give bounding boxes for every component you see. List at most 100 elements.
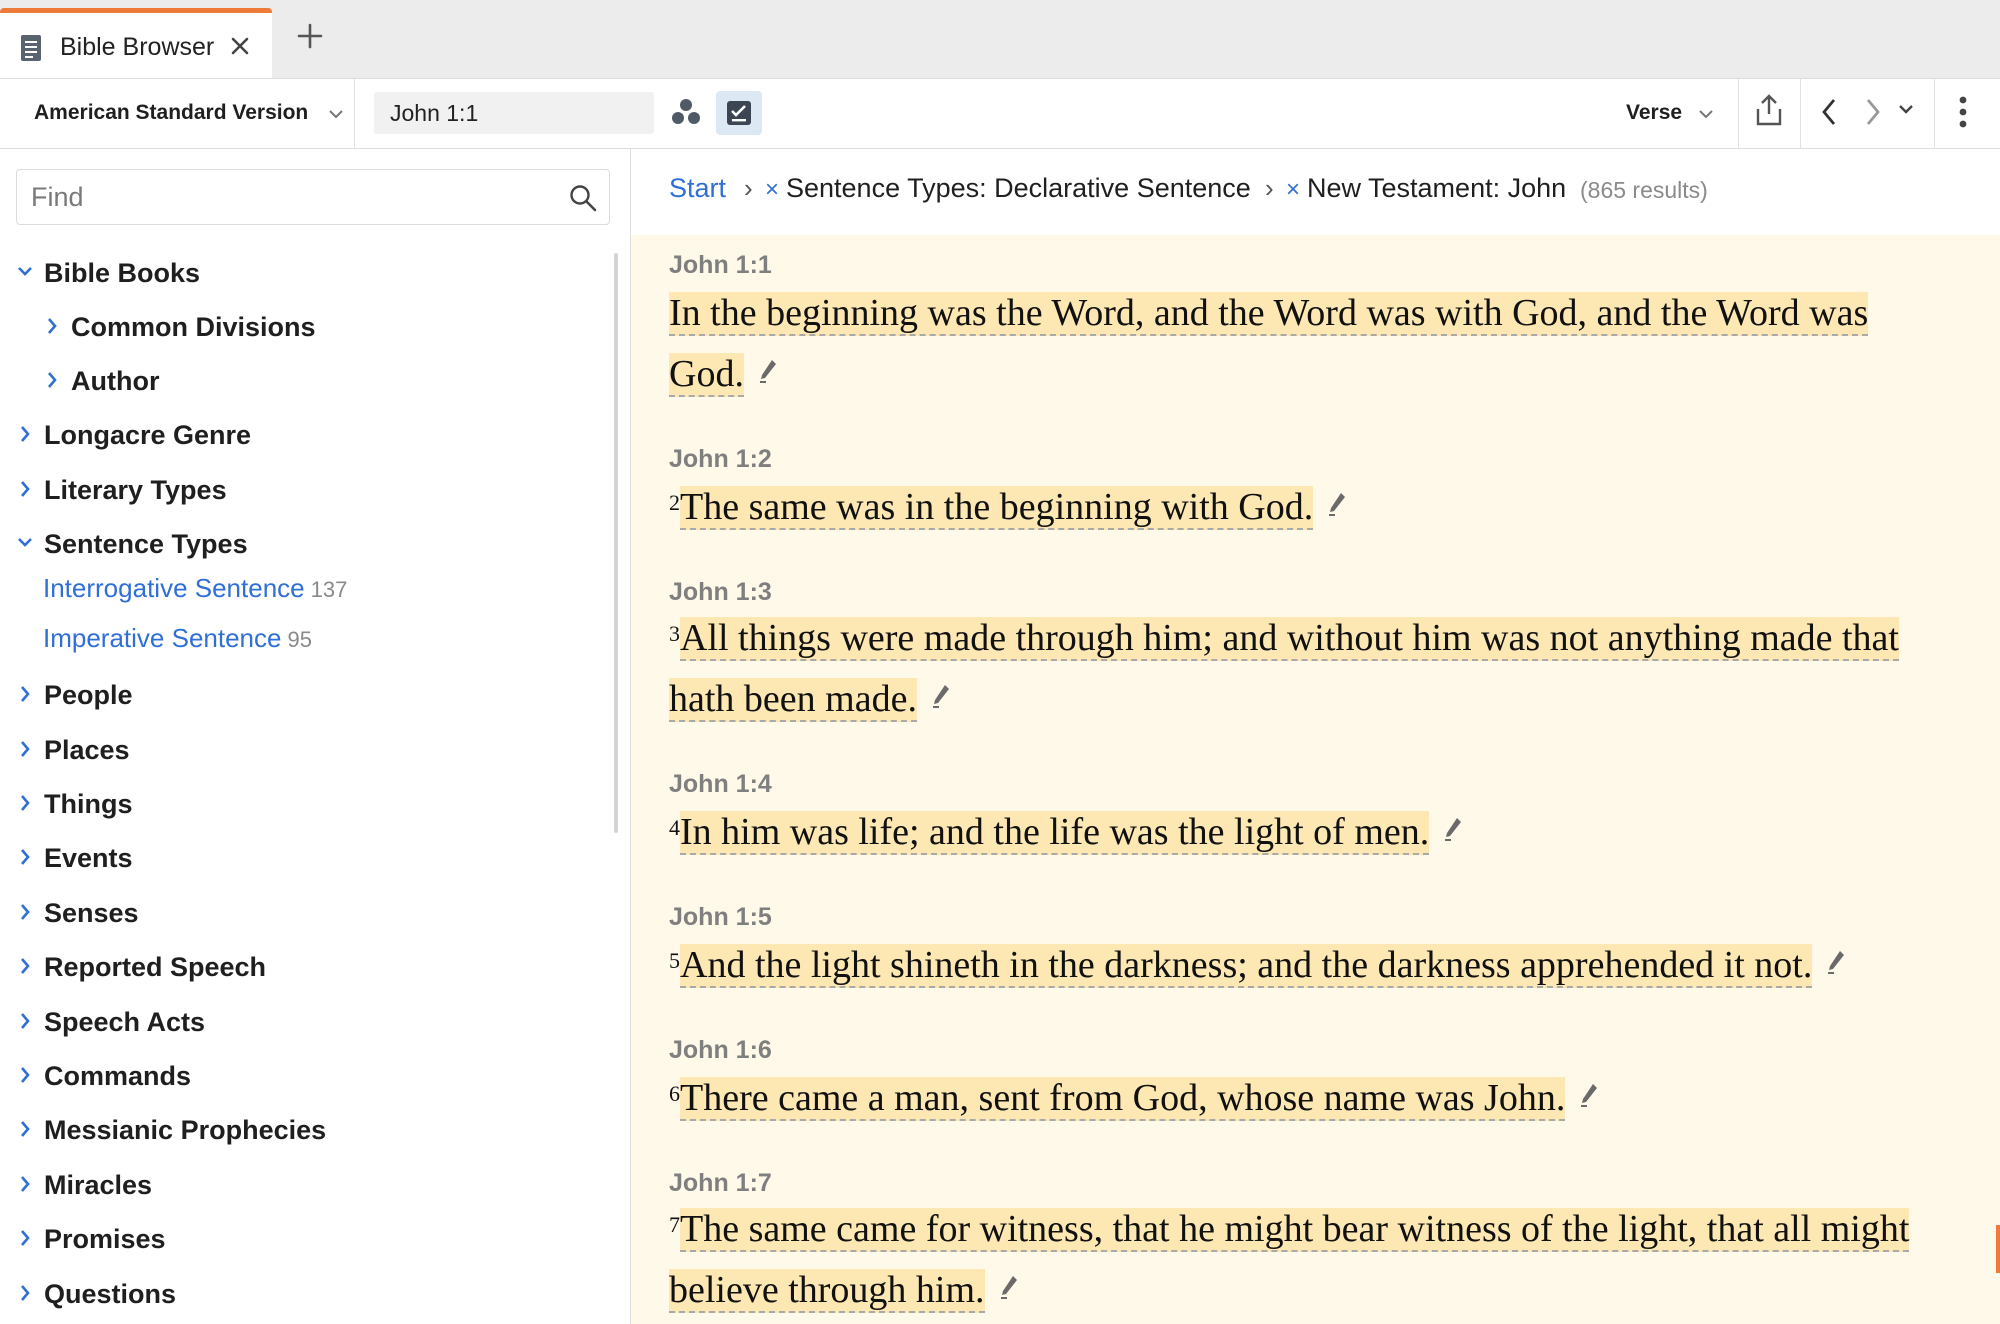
remove-filter-new-testament-button[interactable]: × <box>1286 176 1300 204</box>
breadcrumb-start-link[interactable]: Start <box>669 173 726 204</box>
chevron-right-icon <box>16 737 34 768</box>
tree-item-label: Miracles <box>44 1170 153 1200</box>
pencil-icon[interactable] <box>931 675 951 719</box>
tree-item-label: Questions <box>44 1279 177 1309</box>
tree-item-label: Literary Types <box>44 475 227 505</box>
verse-text-line: There came a man, sent from God, whose n… <box>680 1077 1566 1121</box>
sentence-type-label: Imperative Sentence <box>43 623 282 653</box>
verse-text[interactable]: 6There came a man, sent from God, whose … <box>669 1074 1599 1121</box>
verse-reference-link[interactable]: John 1:5 <box>669 903 772 932</box>
chevron-right-icon <box>16 1063 34 1094</box>
pencil-icon[interactable] <box>1443 808 1463 852</box>
verse-reference-link[interactable]: John 1:4 <box>669 770 772 799</box>
find-input[interactable] <box>17 170 565 224</box>
view-mode-label: Verse <box>1626 101 1683 124</box>
verse-number: 3 <box>669 621 680 646</box>
tree-item-label: Reported Speech <box>44 952 267 982</box>
verse-number: 7 <box>669 1212 680 1237</box>
verse-text-line: The same was in the beginning with God. <box>680 486 1314 530</box>
sidebar-scrollbar[interactable] <box>614 253 618 833</box>
scroll-position-marker <box>1996 1225 2000 1273</box>
sentence-type-label: Interrogative Sentence <box>43 573 305 603</box>
breadcrumb-separator-icon: › <box>1265 173 1274 203</box>
tab-bar: Bible Browser <box>0 0 2000 79</box>
tree-item-label: Places <box>44 735 130 765</box>
plus-icon <box>297 23 323 49</box>
tree-item-label: Longacre Genre <box>44 420 252 450</box>
toolbar-divider <box>354 79 355 148</box>
tree-item-label: Commands <box>44 1061 192 1091</box>
new-tab-button[interactable] <box>296 22 324 55</box>
pencil-icon[interactable] <box>1327 483 1347 527</box>
verse-text-line: In the beginning was the Word, and the W… <box>669 292 1869 336</box>
chevron-right-icon <box>16 791 34 822</box>
share-button[interactable] <box>1754 93 1784 132</box>
pencil-icon[interactable] <box>758 350 778 394</box>
toolbar-divider <box>1800 79 1801 148</box>
forward-button[interactable] <box>1864 97 1882 132</box>
verse-text[interactable]: believe through him. <box>669 1266 1019 1313</box>
chevron-right-icon <box>16 845 34 876</box>
verse-reference-link[interactable]: John 1:3 <box>669 578 772 607</box>
verse-text[interactable]: 4In him was life; and the life was the l… <box>669 808 1463 855</box>
checklist-icon <box>727 101 751 125</box>
close-icon <box>231 37 249 55</box>
verse-number: 6 <box>669 1081 680 1106</box>
tab-title: Bible Browser <box>60 33 215 61</box>
breadcrumb-filter-sentence-types[interactable]: Sentence Types: Declarative Sentence <box>786 173 1251 204</box>
verse-text-line: In him was life; and the life was the li… <box>680 811 1430 855</box>
chevron-right-icon <box>16 1281 34 1312</box>
chevron-left-icon <box>1822 99 1836 125</box>
verse-number: 2 <box>669 490 680 515</box>
sentence-type-interrogative[interactable]: Interrogative Sentence 137 <box>43 573 347 604</box>
tree-item-label: Things <box>44 789 133 819</box>
chevron-right-icon <box>16 954 34 985</box>
verse-text[interactable]: 3All things were made through him; and w… <box>669 616 1899 661</box>
history-dropdown-button[interactable] <box>1898 101 1914 119</box>
find-box <box>16 169 610 225</box>
tree-item-label: Common Divisions <box>71 312 316 342</box>
chevron-right-icon <box>16 422 34 453</box>
verse-text-line: The same came for witness, that he might… <box>680 1208 1910 1252</box>
chevron-right-icon <box>43 368 61 399</box>
reference-input[interactable] <box>374 92 654 134</box>
toolbar: American Standard Version Verse <box>0 79 2000 149</box>
visual-filter-button[interactable] <box>670 97 702 132</box>
view-mode-dropdown[interactable]: Verse <box>1626 101 1714 125</box>
verse-text-line: All things were made through him; and wi… <box>680 617 1899 661</box>
tab-bible-browser[interactable]: Bible Browser <box>0 8 272 78</box>
chevron-down-icon <box>16 260 34 291</box>
verse-text[interactable]: hath been made. <box>669 675 951 722</box>
verse-text[interactable]: 7The same came for witness, that he migh… <box>669 1207 1910 1252</box>
document-icon <box>20 34 42 67</box>
pencil-icon[interactable] <box>999 1266 1019 1310</box>
search-icon[interactable] <box>569 184 597 217</box>
bible-version-dropdown[interactable]: American Standard Version <box>34 101 344 125</box>
breadcrumb: Start › × Sentence Types: Declarative Se… <box>631 149 2000 235</box>
verse-text[interactable]: 2The same was in the beginning with God. <box>669 483 1347 530</box>
verse-number: 4 <box>669 815 680 840</box>
remove-filter-sentence-types-button[interactable]: × <box>765 176 779 204</box>
pencil-icon[interactable] <box>1579 1074 1599 1118</box>
back-button[interactable] <box>1820 97 1838 132</box>
verse-reference-link[interactable]: John 1:7 <box>669 1169 772 1198</box>
checklist-toggle-button[interactable] <box>716 91 762 135</box>
tree-item-label: Senses <box>44 898 139 928</box>
verse-text-line: And the light shineth in the darkness; a… <box>680 944 1813 988</box>
chevron-right-icon <box>1866 99 1880 125</box>
verse-text[interactable]: In the beginning was the Word, and the W… <box>669 291 1869 336</box>
pencil-icon[interactable] <box>1826 941 1846 985</box>
verse-text[interactable]: 5And the light shineth in the darkness; … <box>669 941 1846 988</box>
breadcrumb-filter-new-testament[interactable]: New Testament: John <box>1307 173 1566 204</box>
verse-reference-link[interactable]: John 1:6 <box>669 1036 772 1065</box>
chevron-right-icon <box>16 682 34 713</box>
close-tab-button[interactable] <box>230 32 250 63</box>
more-options-button[interactable] <box>1958 95 1968 134</box>
bible-version-label: American Standard Version <box>34 101 309 124</box>
sentence-type-imperative[interactable]: Imperative Sentence 95 <box>43 623 312 654</box>
results-count: (865 results) <box>1580 177 1708 203</box>
verse-text[interactable]: God. <box>669 350 778 397</box>
verse-reference-link[interactable]: John 1:1 <box>669 251 772 280</box>
verse-reference-link[interactable]: John 1:2 <box>669 445 772 474</box>
vertical-ellipsis-icon <box>1959 96 1967 128</box>
